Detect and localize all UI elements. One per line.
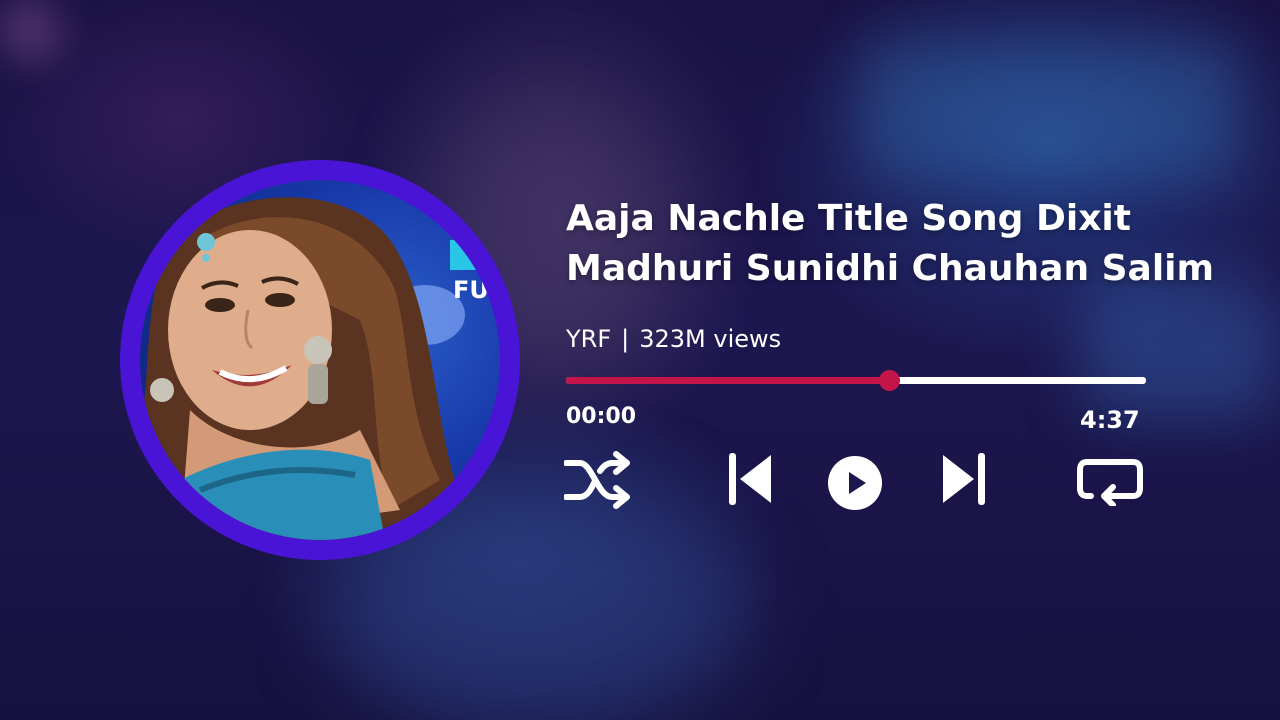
repeat-icon [1077,459,1143,506]
background-blur-accent [1080,280,1280,420]
play-icon [828,456,882,510]
repeat-button[interactable] [1077,456,1143,506]
skip-next-icon [943,453,985,505]
progress-played [566,377,890,384]
channel-name[interactable]: YRF [566,325,611,353]
player-screen: FU Aaja Nachle Title Song Dixit Madhuri … [0,0,1280,720]
play-button[interactable] [828,456,882,510]
total-time: 4:37 [1080,406,1140,434]
view-count: 323M views [639,325,782,353]
background-blur-title [860,40,1240,180]
skip-previous-icon [729,453,771,505]
progress-bar[interactable] [566,370,1146,391]
album-art: FU [140,180,500,540]
next-button[interactable] [941,451,987,507]
art-logo-text: FU [453,276,489,304]
song-title: Aaja Nachle Title Song Dixit Madhuri Sun… [566,198,1215,289]
album-art-illustration: FU [140,197,500,540]
background-blur-light [0,0,60,60]
meta-separator: | [621,325,630,353]
shuffle-icon [564,451,630,509]
song-meta: YRF | 323M views [566,322,781,356]
previous-button[interactable] [727,451,773,507]
progress-handle[interactable] [879,370,901,391]
current-time: 00:00 [566,404,637,429]
shuffle-button[interactable] [564,451,630,509]
